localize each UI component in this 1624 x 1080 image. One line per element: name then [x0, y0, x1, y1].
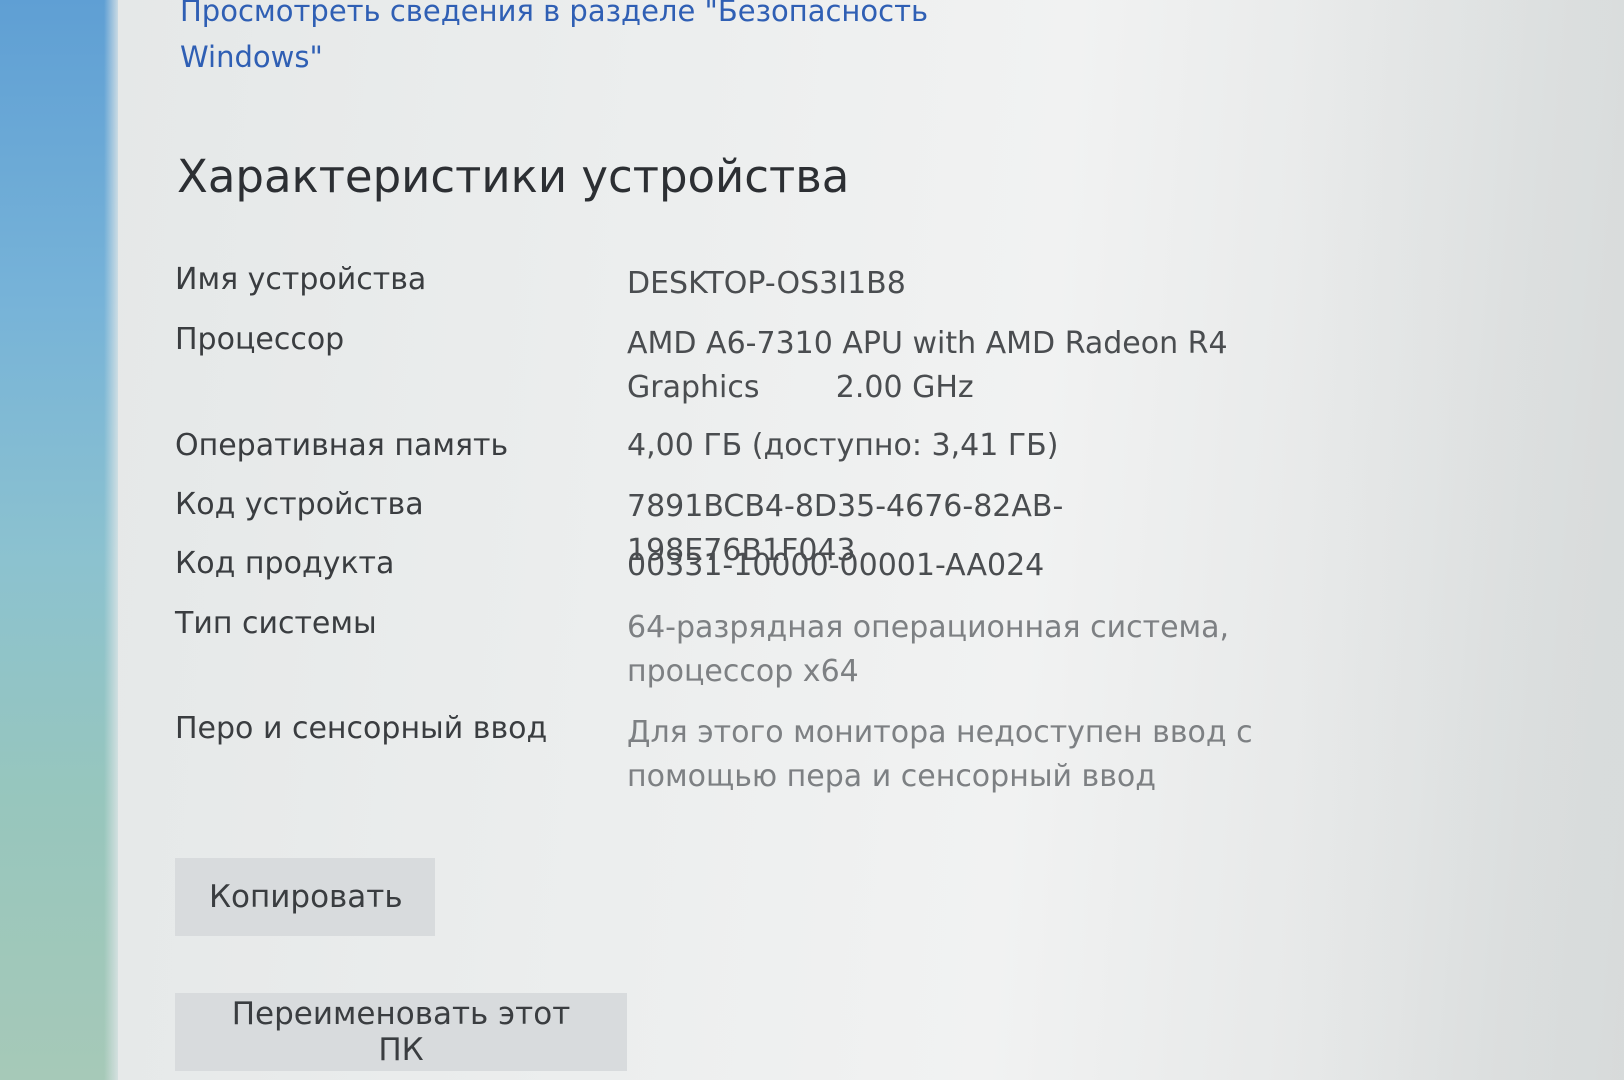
spec-value: AMD A6-7310 APU with AMD Radeon R4 Graph…	[627, 326, 1238, 405]
rename-pc-button[interactable]: Переименовать этот ПК	[175, 993, 627, 1071]
spec-label: Тип системы	[175, 606, 377, 641]
spec-label: Перо и сенсорный ввод	[175, 711, 548, 746]
spec-label: Оперативная память	[175, 428, 509, 463]
spec-label: Код продукта	[175, 546, 395, 581]
windows-security-link[interactable]: Просмотреть сведения в разделе "Безопасн…	[180, 0, 1080, 80]
device-specifications-title: Характеристики устройства	[177, 150, 850, 203]
spec-value: 4,00 ГБ (доступно: 3,41 ГБ)	[627, 428, 1059, 463]
spec-value: 00331-10000-00001-AA024	[627, 548, 1045, 583]
spec-label: Процессор	[175, 322, 345, 357]
spec-value: Для этого монитора недоступен ввод с пом…	[627, 715, 1253, 794]
spec-label: Код устройства	[175, 487, 424, 522]
spec-value: DESKTOP-OS3I1B8	[627, 266, 906, 301]
copy-button[interactable]: Копировать	[175, 858, 435, 936]
desktop-background-strip	[0, 0, 118, 1080]
spec-value: 64-разрядная операционная система, проце…	[627, 610, 1230, 689]
spec-label: Имя устройства	[175, 262, 427, 297]
